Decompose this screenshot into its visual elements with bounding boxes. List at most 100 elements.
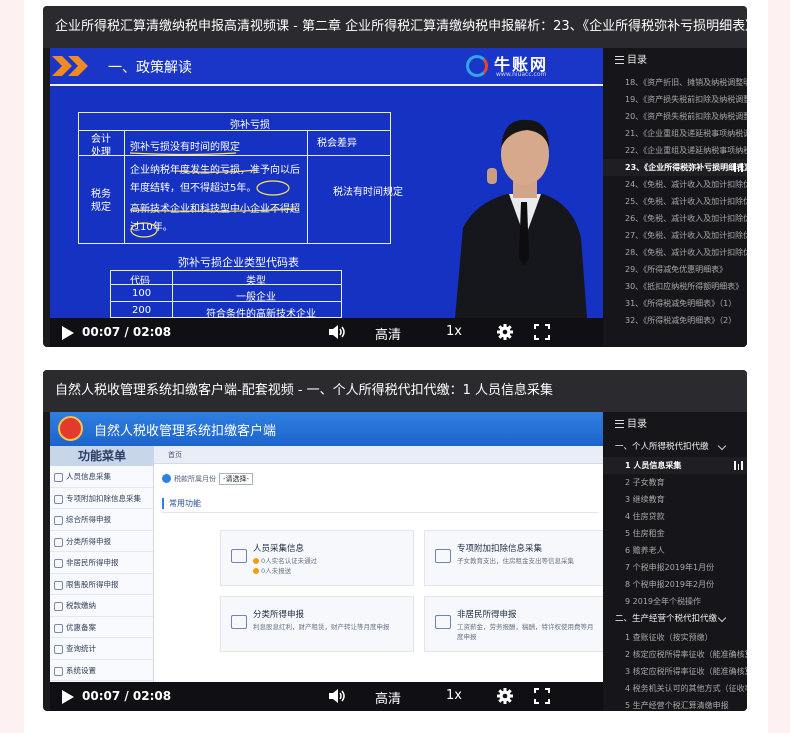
toc-item[interactable]: 18、《资产折旧、摊销及纳税调整明... (603, 74, 747, 91)
month-select: -请选择- (219, 473, 254, 485)
video-player-1: 企业所得税汇算清缴纳税申报高清视频课 - 第二章 企业所得税汇算清缴纳税申报解析… (43, 6, 747, 347)
quality-button[interactable]: 高清 (375, 324, 401, 343)
tax-diff-text: 税法有时间规定 (333, 187, 403, 198)
list-icon (615, 56, 624, 64)
id-card-icon (231, 549, 247, 563)
code-cell: 100 (132, 288, 152, 299)
gear-icon[interactable] (496, 687, 514, 705)
toc-item[interactable]: 1 查账征收（按实预缴） (603, 629, 747, 646)
toc-item[interactable]: 25、《免税、减计收入及加计扣除优... (603, 193, 747, 210)
table-title: 弥补亏损 (230, 120, 270, 131)
toc-item[interactable]: 3 核定应税所得率征收（能准确核算成本... (603, 663, 747, 680)
toc-header: 目录 (603, 48, 747, 74)
handwritten-annotations (129, 152, 297, 238)
row-label-accounting: 会计处理 (91, 134, 111, 158)
toc-item[interactable]: 5 住房租金 (603, 525, 747, 542)
playing-icon (734, 163, 743, 172)
toc-item[interactable]: 22、《企业重组及递延纳税事项纳税... (603, 142, 747, 159)
toc-item[interactable]: 2 子女教育 (603, 474, 747, 491)
video-frame[interactable]: 一、政策解读 牛账网 www.niuacc.com 弥补亏损 会计处理 弥补亏损… (50, 48, 603, 318)
toc-item[interactable]: 27、《免税、减计收入及加计扣除优... (603, 227, 747, 244)
toc-section[interactable]: 一、个人所得税代扣代缴 (603, 438, 747, 457)
fullscreen-icon[interactable] (534, 688, 550, 704)
video-title: 自然人税收管理系统扣缴客户端-配套视频 - 一、个人所得税代扣代缴：1 人员信息… (43, 370, 747, 412)
toc-item[interactable]: 4 住房贷款 (603, 508, 747, 525)
menu-item[interactable]: 非居民所得申报 (50, 552, 153, 574)
edit-icon (435, 615, 451, 629)
app-titlebar: 自然人税收管理系统扣缴客户端 (50, 412, 603, 446)
toc-panel: 目录 18、《资产折旧、摊销及纳税调整明... 19、《资产损失税前扣除及纳税调整… (603, 48, 747, 347)
card-nonresident-declare: 非居民所得申报 工资薪金，劳务报酬，稿酬，特许权使用费等月 度申报 (424, 596, 603, 652)
menu-item[interactable]: 分类所得申报 (50, 531, 153, 552)
toc-item[interactable]: 23、《企业所得税弥补亏损明细表》 (603, 159, 747, 176)
toc-item[interactable]: 9 2019全年个税操作 (603, 593, 747, 610)
slide-heading: 一、政策解读 (108, 60, 192, 76)
toc-item[interactable]: 3 继续教育 (603, 491, 747, 508)
toc-item[interactable]: 21、《企业重组及递延税事项纳税调... (603, 125, 747, 142)
toc-panel: 目录 一、个人所得税代扣代缴 1 人员信息采集 2 子女教育 3 继续教育 4 住房贷款… (603, 412, 747, 711)
toc-item[interactable]: 19、《资产损失税前扣除及纳税调整... (603, 91, 747, 108)
toc-item[interactable]: 4 税务机关认可的其他方式（征收率） (603, 680, 747, 697)
menu-item[interactable]: 限售股所得申报 (50, 574, 153, 595)
menu-item[interactable]: 人员信息采集 (50, 466, 153, 488)
toc-item[interactable]: 8 个税申报2019年2月份 (603, 576, 747, 593)
card-category-declare: 分类所得申报 利息股息红利，财产租赁，财产转让等月度申报 (220, 596, 414, 652)
niuzhang-logo: 牛账网 www.niuacc.com (462, 51, 562, 81)
toc-item[interactable]: 2 核定应税所得率征收（能准确核算收入... (603, 646, 747, 663)
toc-item[interactable]: 30、《抵扣应纳税所得额明细表》 (603, 278, 747, 295)
toc-section[interactable]: 二、生产经营个税代扣代缴 (603, 610, 747, 629)
speed-button[interactable]: 1x (446, 688, 462, 703)
toc-item[interactable]: 31、《所得税减免明细表》（1） (603, 295, 747, 312)
video-player-2: 自然人税收管理系统扣缴客户端-配套视频 - 一、个人所得税代扣代缴：1 人员信息… (43, 370, 747, 711)
menu-item[interactable]: 税款缴纳 (50, 595, 153, 617)
toc-item[interactable]: 32、《所得税减免明细表》（2） (603, 312, 747, 329)
row-label-tax: 税务规定 (91, 189, 111, 213)
speed-button[interactable]: 1x (446, 324, 462, 339)
menu-header: 功能菜单 (50, 446, 154, 466)
toc-item[interactable]: 26、《免税、减计收入及加计扣除优... (603, 210, 747, 227)
toc-item[interactable]: 6 赡养老人 (603, 542, 747, 559)
toc-item[interactable]: 29、《所得减免优惠明细表》 (603, 261, 747, 278)
presenter-figure (455, 119, 587, 318)
app-main: 税款所属月份 -请选择- 常用功能 人员采集信息 0人实名认证未通过 0人未报送 … (154, 464, 603, 682)
card-special-deduction: 专项附加扣除信息采集 子女教育支出，住房租金支出等信息采集 (424, 530, 603, 586)
month-row: 税款所属月份 -请选择- (162, 473, 254, 485)
type-cell: 一般企业 (236, 292, 276, 303)
list-icon (615, 420, 624, 428)
section-title: 常用功能 (162, 498, 201, 509)
toc-list: 18、《资产折旧、摊销及纳税调整明... 19、《资产损失税前扣除及纳税调整...… (603, 74, 747, 329)
tax-diff-label: 税会差异 (317, 138, 357, 149)
menu-item[interactable]: 查询统计 (50, 638, 153, 660)
volume-icon[interactable] (328, 324, 346, 340)
menu-item[interactable]: 优惠备案 (50, 617, 153, 638)
code-table-title: 弥补亏损企业类型代码表 (178, 256, 299, 269)
chevron-down-icon (717, 613, 727, 623)
toc-item[interactable]: 20、《资产损失税前扣除及纳税调整... (603, 108, 747, 125)
toc-item[interactable]: 7 个税申报2019年1月份 (603, 559, 747, 576)
quality-button[interactable]: 高清 (375, 688, 401, 707)
chevron-arrows-icon (52, 56, 88, 76)
volume-icon[interactable] (328, 688, 346, 704)
fullscreen-icon[interactable] (534, 324, 550, 340)
type-header: 类型 (246, 276, 266, 287)
video-frame[interactable]: 自然人税收管理系统扣缴客户端 功能菜单 人员信息采集 专项附加扣除信息采集 综合所得… (50, 412, 603, 682)
toc-item[interactable]: 5 生产经营个税汇算清缴申报 (603, 697, 747, 711)
software-window: 自然人税收管理系统扣缴客户端 功能菜单 人员信息采集 专项附加扣除信息采集 综合所得… (50, 412, 603, 682)
code-cell: 200 (132, 305, 152, 316)
edit-icon (231, 615, 247, 629)
toc-item[interactable]: 24、《免税、减计收入及加计扣除优... (603, 176, 747, 193)
menu-item[interactable]: 系统设置 (50, 660, 153, 681)
toc-item[interactable]: 1 人员信息采集 (603, 457, 747, 474)
play-icon[interactable] (62, 690, 74, 704)
chevron-down-icon (717, 441, 727, 451)
id-card-icon (435, 549, 451, 563)
toc-header: 目录 (603, 412, 747, 438)
emblem-icon (58, 416, 83, 441)
menu-item[interactable]: 综合所得申报 (50, 509, 153, 531)
menu-item[interactable]: 专项附加扣除信息采集 (50, 488, 153, 509)
playing-icon (734, 461, 743, 470)
gear-icon[interactable] (496, 323, 514, 341)
play-icon[interactable] (62, 326, 74, 340)
toc-item[interactable]: 28、《免税、减计收入及加计扣除优... (603, 244, 747, 261)
breadcrumb: 首页 (154, 446, 603, 464)
